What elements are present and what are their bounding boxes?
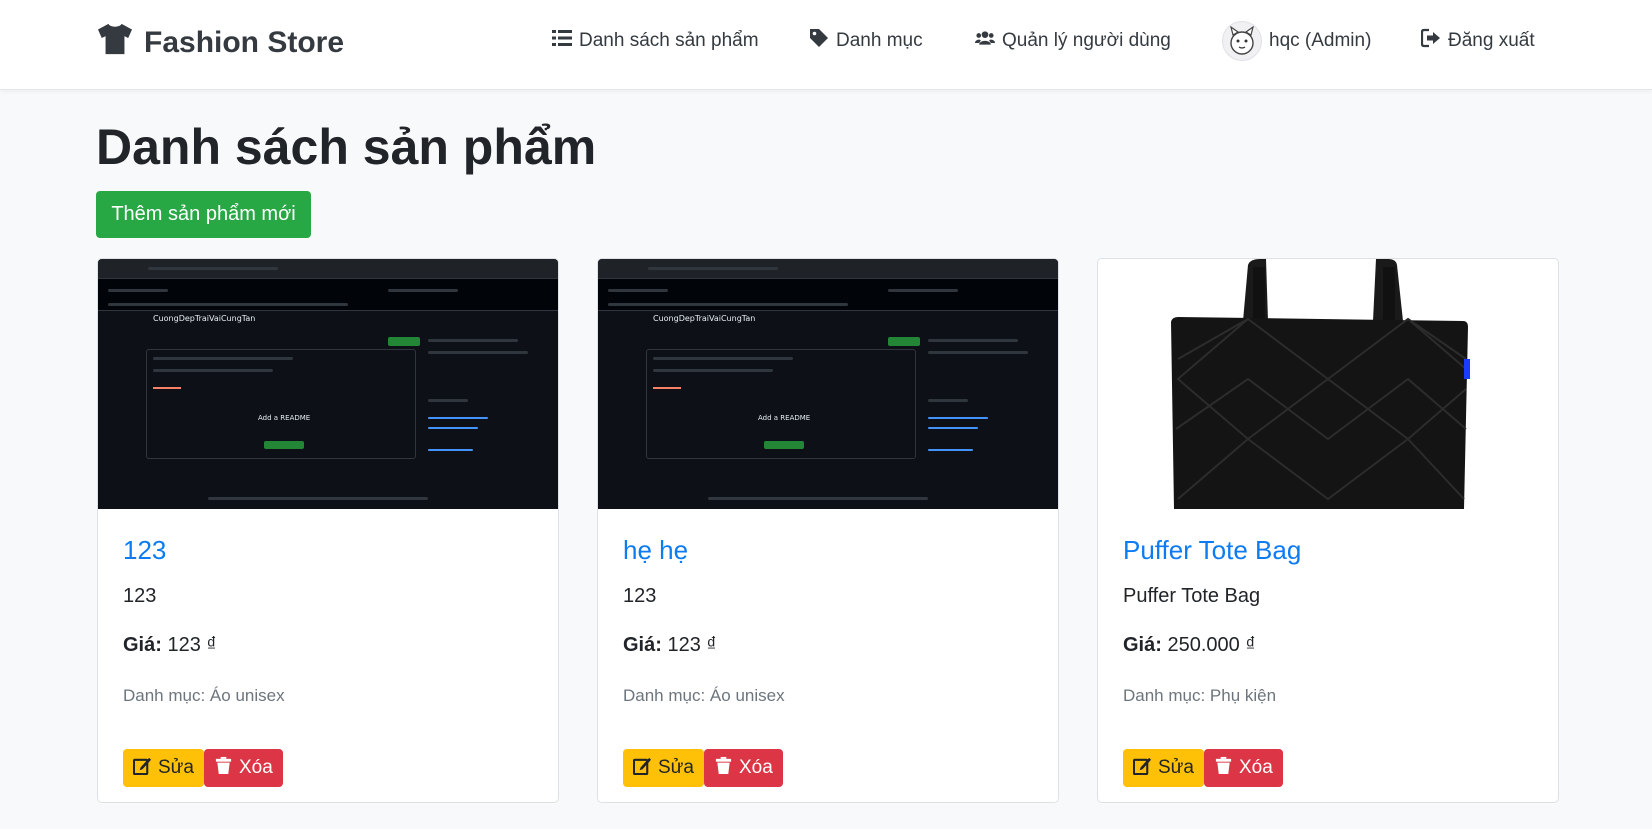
nav-categories-label: Danh mục: [836, 30, 923, 51]
product-name[interactable]: hẹ hẹ: [623, 535, 688, 566]
delete-label: Xóa: [739, 757, 773, 778]
thumb-readme-title: Add a README: [258, 414, 311, 422]
delete-button[interactable]: Xóa: [1204, 749, 1283, 787]
tshirt-icon: [96, 22, 134, 64]
nav-users-label: Quản lý người dùng: [1002, 30, 1171, 51]
nav-profile[interactable]: hqc (Admin): [1222, 21, 1371, 61]
product-card: CuongDepTraiVaiCungTan Add a README hẹ h…: [597, 258, 1059, 803]
github-screenshot-thumbnail: CuongDepTraiVaiCungTan Add a README: [598, 259, 1058, 509]
product-price: Giá: 250.000 ₫: [1123, 634, 1256, 657]
product-description: Puffer Tote Bag: [1123, 585, 1261, 607]
thumb-repo-name: CuongDepTraiVaiCungTan: [153, 314, 256, 323]
brand[interactable]: Fashion Store: [96, 22, 344, 64]
delete-label: Xóa: [1239, 757, 1273, 778]
edit-label: Sửa: [158, 757, 194, 778]
navbar: Fashion Store Danh sách sản phẩm Danh mụ…: [0, 0, 1652, 90]
product-card: Puffer Tote Bag Puffer Tote Bag Giá: 250…: [1097, 258, 1559, 803]
edit-icon: [1132, 756, 1152, 781]
edit-icon: [132, 756, 152, 781]
nav-products[interactable]: Danh sách sản phẩm: [552, 24, 759, 58]
delete-button[interactable]: Xóa: [704, 749, 783, 787]
nav-products-label: Danh sách sản phẩm: [579, 30, 759, 51]
nav-logout-label: Đăng xuất: [1448, 30, 1535, 51]
product-image[interactable]: CuongDepTraiVaiCungTan Add a README: [98, 259, 558, 509]
price-label: Giá:: [623, 634, 662, 656]
edit-button[interactable]: Sửa: [123, 749, 204, 787]
github-screenshot-thumbnail: CuongDepTraiVaiCungTan Add a README: [98, 259, 558, 509]
product-price: Giá: 123 ₫: [623, 634, 717, 657]
trash-icon: [1214, 756, 1233, 781]
edit-label: Sửa: [1158, 757, 1194, 778]
thumb-readme-title: Add a README: [758, 414, 811, 422]
avatar: [1222, 21, 1262, 61]
product-category: Danh mục: Áo unisex: [123, 686, 285, 705]
tag-icon: [809, 28, 829, 54]
brand-name: Fashion Store: [144, 26, 345, 59]
edit-label: Sửa: [658, 757, 694, 778]
trash-icon: [714, 756, 733, 781]
product-price: Giá: 123 ₫: [123, 634, 217, 657]
product-name[interactable]: 123: [123, 535, 166, 566]
product-image[interactable]: CuongDepTraiVaiCungTan Add a README: [598, 259, 1058, 509]
product-card: CuongDepTraiVaiCungTan Add a README 123 …: [97, 258, 559, 803]
price-value: 123 ₫: [667, 634, 717, 656]
trash-icon: [214, 756, 233, 781]
product-category: Danh mục: Áo unisex: [623, 686, 785, 705]
product-description: 123: [623, 585, 657, 607]
users-icon: [975, 28, 995, 54]
list-icon: [552, 28, 572, 54]
thumb-repo-name: CuongDepTraiVaiCungTan: [653, 314, 756, 323]
sign-out-icon: [1420, 28, 1441, 54]
product-image[interactable]: [1098, 259, 1558, 509]
nav-categories[interactable]: Danh mục: [809, 24, 923, 58]
delete-label: Xóa: [239, 757, 273, 778]
edit-button[interactable]: Sửa: [1123, 749, 1204, 787]
price-value: 123 ₫: [167, 634, 217, 656]
edit-icon: [632, 756, 652, 781]
page-title: Danh sách sản phẩm: [96, 119, 597, 175]
edit-button[interactable]: Sửa: [623, 749, 704, 787]
product-name[interactable]: Puffer Tote Bag: [1123, 535, 1301, 566]
product-category: Danh mục: Phụ kiện: [1123, 686, 1277, 705]
tote-bag-image: [1171, 259, 1470, 509]
nav-profile-label: hqc (Admin): [1269, 30, 1372, 51]
nav-logout[interactable]: Đăng xuất: [1420, 24, 1535, 58]
nav-users[interactable]: Quản lý người dùng: [975, 24, 1171, 58]
product-description: 123: [123, 585, 157, 607]
delete-button[interactable]: Xóa: [204, 749, 283, 787]
price-label: Giá:: [123, 634, 162, 656]
price-label: Giá:: [1123, 634, 1162, 656]
add-product-button[interactable]: Thêm sản phẩm mới: [96, 191, 311, 238]
price-value: 250.000 ₫: [1167, 634, 1256, 656]
